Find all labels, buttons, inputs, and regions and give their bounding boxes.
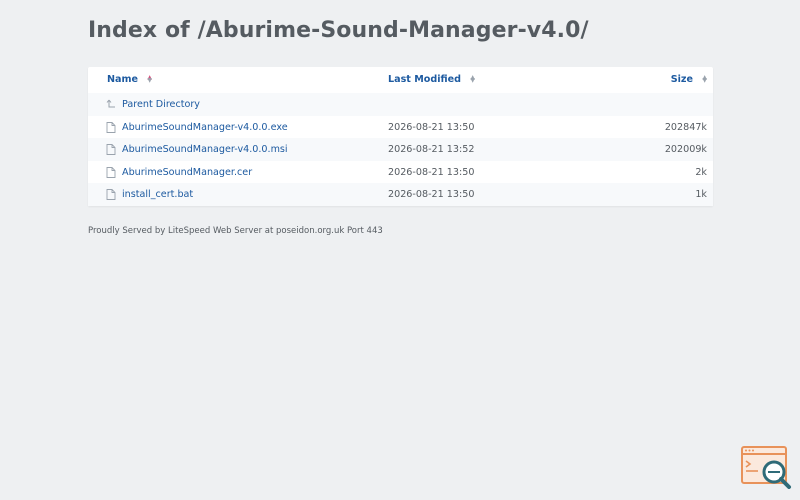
sort-icon[interactable]: ▲ ▼ — [702, 75, 707, 84]
table-header: Name ▲ ▼ Last Modified ▲ ▼ Size ▲ ▼ — [88, 67, 713, 93]
parent-arrow-icon — [106, 99, 115, 108]
sort-by-name-header[interactable]: Name ▲ ▼ — [107, 74, 152, 85]
table-row: AburimeSoundManager-v4.0.0.exe 2026-08-2… — [88, 116, 713, 139]
file-icon — [106, 121, 116, 133]
size-header-label[interactable]: Size — [671, 74, 693, 85]
file-link[interactable]: AburimeSoundManager-v4.0.0.msi — [122, 144, 288, 155]
sort-icon[interactable]: ▲ ▼ — [147, 75, 152, 84]
modified-date: 2026-08-21 13:50 — [388, 189, 475, 200]
file-size: 2k — [695, 166, 707, 178]
file-size: 202847k — [664, 121, 707, 133]
modified-date: 2026-08-21 13:50 — [388, 166, 475, 178]
file-link[interactable]: AburimeSoundManager-v4.0.0.exe — [122, 122, 288, 133]
modified-date: 2026-08-21 13:50 — [388, 121, 475, 133]
file-icon — [106, 144, 116, 155]
file-size: 1k — [695, 189, 707, 200]
directory-listing-page: Index of /Aburime-Sound-Manager-v4.0/ Na… — [0, 0, 800, 500]
table-row: AburimeSoundManager.cer 2026-08-21 13:50… — [88, 161, 713, 184]
file-size: 202009k — [664, 144, 707, 155]
table-row: AburimeSoundManager-v4.0.0.msi 2026-08-2… — [88, 138, 713, 161]
sort-by-size-header[interactable]: Size ▲ ▼ — [671, 74, 707, 85]
table-row: install_cert.bat 2026-08-21 13:50 1k — [88, 183, 713, 206]
modified-header-label[interactable]: Last Modified — [388, 74, 461, 85]
parent-directory-link[interactable]: Parent Directory — [122, 99, 200, 110]
file-link[interactable]: install_cert.bat — [122, 189, 193, 200]
browser-search-icon[interactable] — [740, 445, 792, 489]
name-header-label[interactable]: Name — [107, 74, 138, 85]
file-icon — [106, 189, 116, 200]
sort-icon[interactable]: ▲ ▼ — [470, 75, 475, 84]
parent-directory-row[interactable]: Parent Directory — [88, 93, 713, 116]
sort-by-modified-header[interactable]: Last Modified ▲ ▼ — [388, 74, 475, 85]
file-icon — [106, 166, 116, 178]
modified-date: 2026-08-21 13:52 — [388, 144, 475, 155]
file-table: Name ▲ ▼ Last Modified ▲ ▼ Size ▲ ▼ Parent … — [88, 67, 713, 206]
file-link[interactable]: AburimeSoundManager.cer — [122, 167, 252, 178]
page-title: Index of /Aburime-Sound-Manager-v4.0/ — [88, 18, 589, 43]
server-footer: Proudly Served by LiteSpeed Web Server a… — [88, 226, 383, 236]
